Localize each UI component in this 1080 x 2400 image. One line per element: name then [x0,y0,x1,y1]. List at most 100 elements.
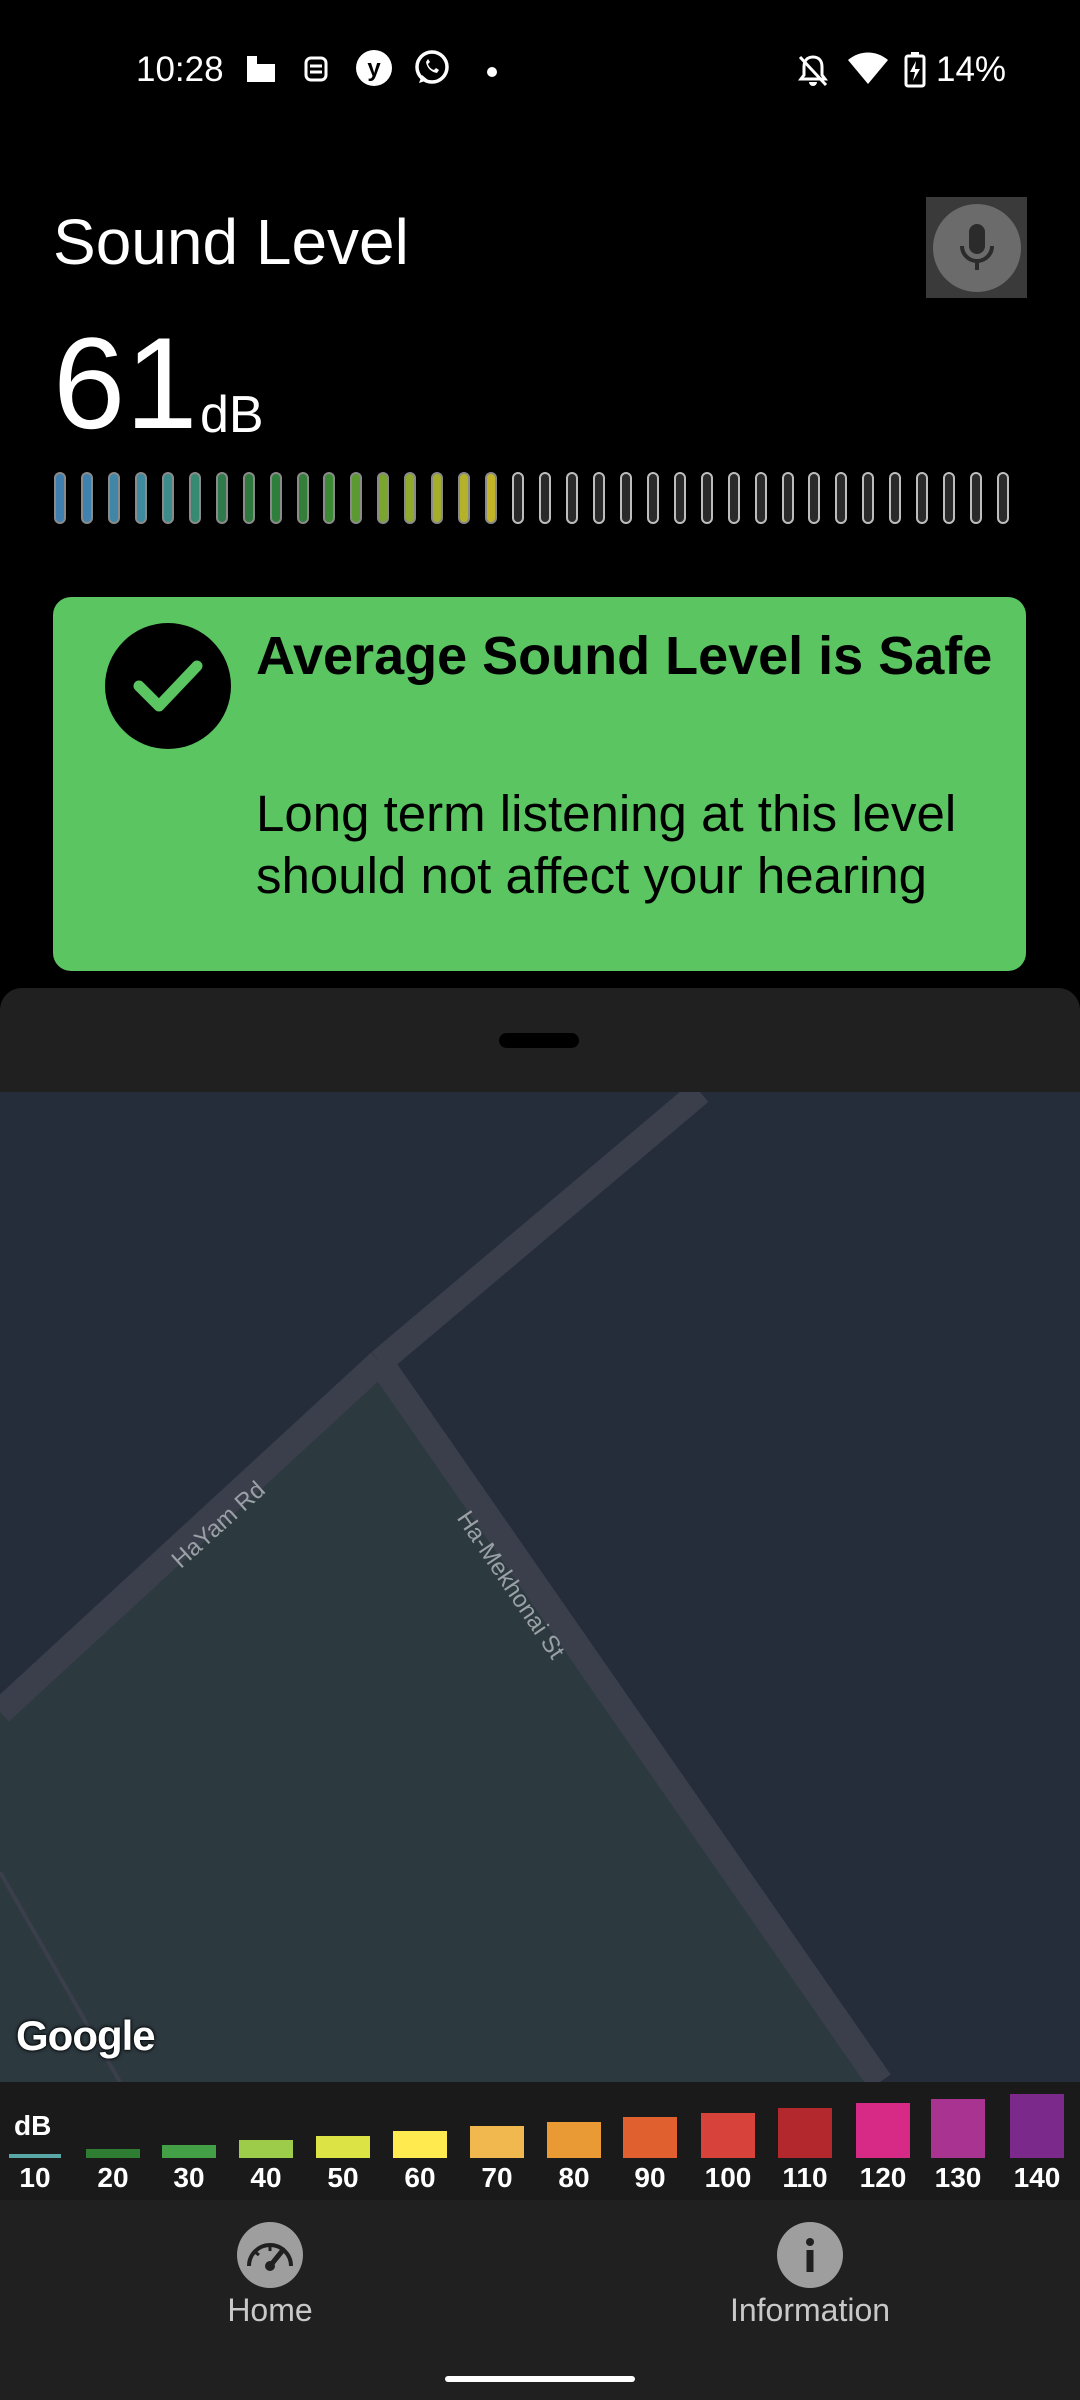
whatsapp-icon [413,50,451,92]
legend-label: 90 [634,2162,666,2193]
status-time: 10:28 [136,50,224,89]
level-meter-bar [889,472,902,524]
level-meter-bar [997,472,1010,524]
legend-item: 40 [238,2140,294,2194]
legend-label: 40 [250,2162,282,2193]
legend-swatch [623,2117,677,2158]
legend-item: 30 [161,2144,217,2194]
level-meter-bar [727,472,740,524]
robot-icon [300,52,332,89]
battery-percent: 14% [936,50,1007,89]
status-bar: 10:28 y 14% [0,0,1080,145]
legend-item: 110 [777,2108,833,2194]
level-meter-bar [862,472,875,524]
level-meter-bar [458,472,471,524]
legend-swatch [393,2131,447,2158]
legend-item: 140 [1009,2094,1065,2194]
legend-item: 50 [315,2135,371,2194]
legend-item: 120 [855,2103,911,2194]
legend-label: 20 [97,2162,129,2193]
level-meter-bar [431,472,444,524]
level-meter-bar [80,472,93,524]
legend-item: 80 [546,2121,602,2194]
legend-swatch [701,2112,755,2158]
level-meter-bar [835,472,848,524]
legend-label: 80 [558,2162,590,2193]
battery-charging-icon [904,52,926,93]
yahoo-icon: y [355,50,393,92]
legend-swatch [1010,2094,1064,2158]
legend-label: 30 [173,2162,205,2193]
nav-information[interactable]: Information [660,2222,960,2329]
level-meter-bar [619,472,632,524]
google-attribution: Google [16,2012,156,2059]
legend-label: 50 [327,2162,359,2193]
legend-label: 10 [19,2162,51,2193]
level-meter-bar [592,472,605,524]
level-meter-bar [485,472,498,524]
legend-item: 70 [469,2126,525,2194]
legend-label: 140 [1013,2162,1061,2193]
level-meter-bar [700,472,713,524]
legend-item: 130 [930,2098,986,2194]
level-meter-bar [646,472,659,524]
legend-swatch [778,2108,832,2158]
level-meter-bar [916,472,929,524]
level-meter-bar [269,472,282,524]
legend-swatch [316,2135,370,2158]
legend-item: 100 [700,2112,756,2194]
level-meter-bar [350,472,363,524]
microphone-button[interactable] [926,197,1027,298]
dot-icon [486,65,498,83]
sheet-drag-handle[interactable] [499,1033,579,1048]
legend-label: 100 [704,2162,752,2193]
legend-swatch [547,2121,601,2158]
legend-item: 90 [622,2117,678,2194]
home-indicator[interactable] [445,2376,635,2382]
level-meter-bar [754,472,767,524]
legend-swatch [9,2154,61,2158]
legend-unit-label: dB [14,2110,52,2141]
safety-status-title: Average Sound Level is Safe [256,626,993,686]
info-icon [777,2222,843,2288]
map-view[interactable]: HaYam Rd Ha-Mekhonai St Google [0,1092,1080,2082]
legend-item: 20 [85,2149,141,2194]
legend-swatch [86,2149,140,2158]
level-meter-bar [296,472,309,524]
level-meter-bar [377,472,390,524]
level-meter-bar [215,472,228,524]
legend-label: 110 [782,2162,828,2193]
legend-item: 60 [392,2131,448,2194]
level-meter-bar [323,472,336,524]
nav-information-label: Information [729,2292,891,2328]
safety-status-description: Long term listening at this level should… [256,785,957,904]
legend-label: 130 [934,2162,982,2193]
db-color-legend: dB 10 20 30 40 50 60 70 80 90 100 110 120 130 140 [0,2082,1080,2200]
level-meter-bar [188,472,201,524]
level-meter-bar [970,472,983,524]
level-meter-bar [134,472,147,524]
legend-label: 120 [859,2162,907,2193]
level-meter-bar [781,472,794,524]
sound-level-unit: dB [200,386,264,444]
legend-label: 70 [481,2162,513,2193]
level-meter [54,472,1024,526]
nav-home[interactable]: Home [120,2222,420,2329]
nav-home-label: Home [227,2292,313,2328]
check-icon [105,623,231,749]
sound-level-value: 61 [53,310,198,456]
microphone-icon [932,203,1021,292]
level-meter-bar [808,472,821,524]
legend-label: 60 [404,2162,436,2193]
level-meter-bar [943,472,956,524]
legend-swatch [931,2098,985,2158]
legend-item: 10 [7,2154,63,2194]
level-meter-bar [54,472,66,524]
bottom-navigation: Home Information [0,2200,1080,2360]
level-meter-bar [673,472,686,524]
legend-swatch [239,2140,293,2158]
legend-swatch [162,2144,216,2158]
level-meter-bar [107,472,120,524]
legend-swatch [856,2103,910,2158]
level-meter-bar [512,472,525,524]
